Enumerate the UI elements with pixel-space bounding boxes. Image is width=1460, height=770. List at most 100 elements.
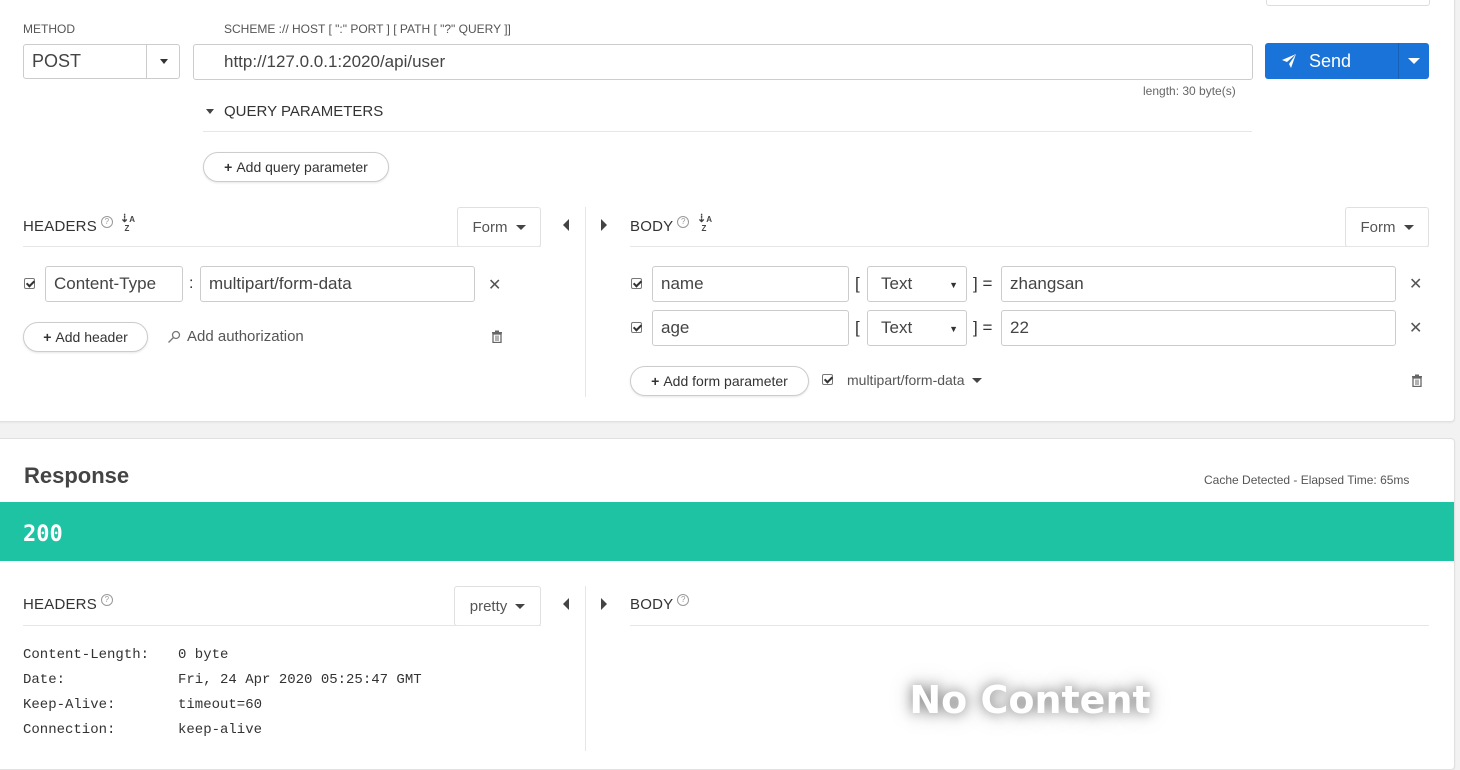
response-body-divider — [630, 625, 1429, 626]
form-param-key-input[interactable]: age — [652, 310, 849, 346]
form-param-type: Text — [881, 318, 913, 337]
response-panel — [0, 438, 1455, 770]
url-input[interactable]: http://127.0.0.1:2020/api/user — [193, 44, 1253, 80]
status-bar: 200 — [0, 502, 1454, 561]
chevron-down-icon — [972, 377, 983, 383]
response-header-value: timeout=60 — [178, 697, 263, 713]
sort-az-icon[interactable]: ⇣A Z — [697, 214, 712, 234]
collapse-right-icon[interactable] — [601, 598, 607, 610]
request-body-mode: Form — [1360, 218, 1396, 236]
sort-az-icon[interactable]: ⇣A Z — [120, 214, 135, 234]
request-headers-mode-select[interactable]: Form — [457, 207, 541, 247]
request-body-label: BODY — [630, 218, 674, 235]
plus-icon: + — [224, 159, 233, 175]
content-type-select[interactable]: multipart/form-data — [847, 372, 983, 388]
cache-elapsed-text: Cache Detected - Elapsed Time: 65ms — [1204, 473, 1410, 487]
form-param-type-select[interactable]: Text ▼ — [867, 310, 967, 346]
header-value-input[interactable]: multipart/form-data — [200, 266, 475, 302]
form-param-checkbox[interactable] — [631, 278, 642, 289]
response-header-name: Date: — [23, 672, 66, 688]
url-length-text: length: 30 byte(s) — [1143, 84, 1236, 98]
plus-icon: + — [651, 373, 660, 389]
add-form-parameter-label: Add form parameter — [663, 373, 788, 389]
trash-icon[interactable] — [491, 330, 503, 343]
url-hint-label: SCHEME :// HOST [ ":" PORT ] [ PATH [ "?… — [224, 22, 511, 36]
plus-icon: + — [43, 329, 52, 345]
form-param-type: Text — [881, 274, 913, 293]
query-params-label: QUERY PARAMETERS — [224, 103, 384, 120]
close-icon[interactable]: ✕ — [1409, 318, 1422, 338]
caret-down-icon: ▼ — [949, 280, 958, 290]
request-headers-title: HEADERS? — [23, 216, 113, 235]
form-param-value-input[interactable]: zhangsan — [1001, 266, 1396, 302]
request-body-divider — [630, 246, 1429, 247]
form-param-key: age — [661, 318, 690, 337]
form-param-key-input[interactable]: name — [652, 266, 849, 302]
response-headers-mode-select[interactable]: pretty — [454, 586, 541, 626]
status-code: 200 — [23, 522, 63, 547]
content-type-checkbox[interactable] — [822, 374, 833, 385]
header-key-value: Content-Type — [54, 274, 157, 293]
request-body-mode-select[interactable]: Form — [1345, 207, 1429, 247]
chevron-down-icon — [515, 224, 526, 230]
add-authorization-link[interactable]: Add authorization — [167, 328, 304, 345]
collapse-left-icon[interactable] — [563, 598, 569, 610]
response-header-name: Content-Length: — [23, 647, 150, 663]
add-query-parameter-label: Add query parameter — [236, 159, 368, 175]
request-body-title: BODY? — [630, 216, 690, 235]
method-value: POST — [32, 51, 82, 71]
send-button[interactable]: Send — [1265, 43, 1398, 79]
header-enable-checkbox[interactable] — [24, 278, 35, 289]
content-type-value: multipart/form-data — [847, 372, 965, 388]
top-right-control[interactable] — [1266, 0, 1430, 6]
help-icon: ? — [677, 216, 690, 228]
caret-down-icon: ▼ — [949, 324, 958, 334]
chevron-down-icon — [1408, 58, 1420, 64]
bracket-close-equals: ] = — [973, 274, 993, 293]
close-icon[interactable]: ✕ — [488, 275, 501, 295]
request-headers-mode: Form — [472, 218, 508, 236]
help-icon: ? — [677, 594, 690, 606]
send-label: Send — [1309, 50, 1352, 71]
response-body-label: BODY — [630, 596, 674, 613]
add-query-parameter-button[interactable]: + Add query parameter — [203, 152, 389, 182]
paper-plane-icon — [1282, 54, 1296, 68]
chevron-down-icon — [515, 603, 526, 609]
header-value-value: multipart/form-data — [209, 274, 352, 293]
form-param-checkbox[interactable] — [631, 322, 642, 333]
response-header-name: Connection: — [23, 722, 116, 738]
header-key-input[interactable]: Content-Type — [45, 266, 183, 302]
form-param-type-select[interactable]: Text ▼ — [867, 266, 967, 302]
caret-down-icon — [206, 109, 214, 114]
collapse-right-icon[interactable] — [601, 219, 607, 231]
header-colon: : — [189, 275, 194, 292]
request-splitter[interactable] — [585, 207, 586, 397]
method-label: METHOD — [23, 22, 75, 36]
bracket-open: [ — [855, 318, 860, 337]
close-icon[interactable]: ✕ — [1409, 274, 1422, 294]
trash-icon[interactable] — [1411, 374, 1423, 387]
chevron-down-icon — [159, 59, 168, 64]
add-header-button[interactable]: + Add header — [23, 322, 148, 352]
form-param-value-input[interactable]: 22 — [1001, 310, 1396, 346]
query-params-toggle[interactable]: QUERY PARAMETERS — [206, 103, 383, 120]
url-value: http://127.0.0.1:2020/api/user — [224, 52, 446, 71]
add-authorization-label: Add authorization — [187, 328, 304, 345]
bracket-open: [ — [855, 274, 860, 293]
response-header-name: Keep-Alive: — [23, 697, 116, 713]
response-title: Response — [24, 463, 130, 488]
add-form-parameter-button[interactable]: + Add form parameter — [630, 366, 809, 396]
chevron-down-icon — [1403, 224, 1414, 230]
method-dropdown-toggle[interactable] — [146, 44, 180, 79]
send-dropdown-toggle[interactable] — [1398, 43, 1429, 79]
collapse-left-icon[interactable] — [563, 219, 569, 231]
request-headers-divider — [23, 246, 541, 247]
query-divider — [203, 131, 1252, 132]
response-headers-label: HEADERS — [23, 596, 97, 613]
response-header-value: 0 byte — [178, 647, 229, 663]
request-headers-label: HEADERS — [23, 218, 97, 235]
bracket-close-equals: ] = — [973, 318, 993, 337]
response-header-value: Fri, 24 Apr 2020 05:25:47 GMT — [178, 672, 422, 688]
response-splitter[interactable] — [585, 586, 586, 751]
response-headers-title: HEADERS? — [23, 594, 113, 613]
